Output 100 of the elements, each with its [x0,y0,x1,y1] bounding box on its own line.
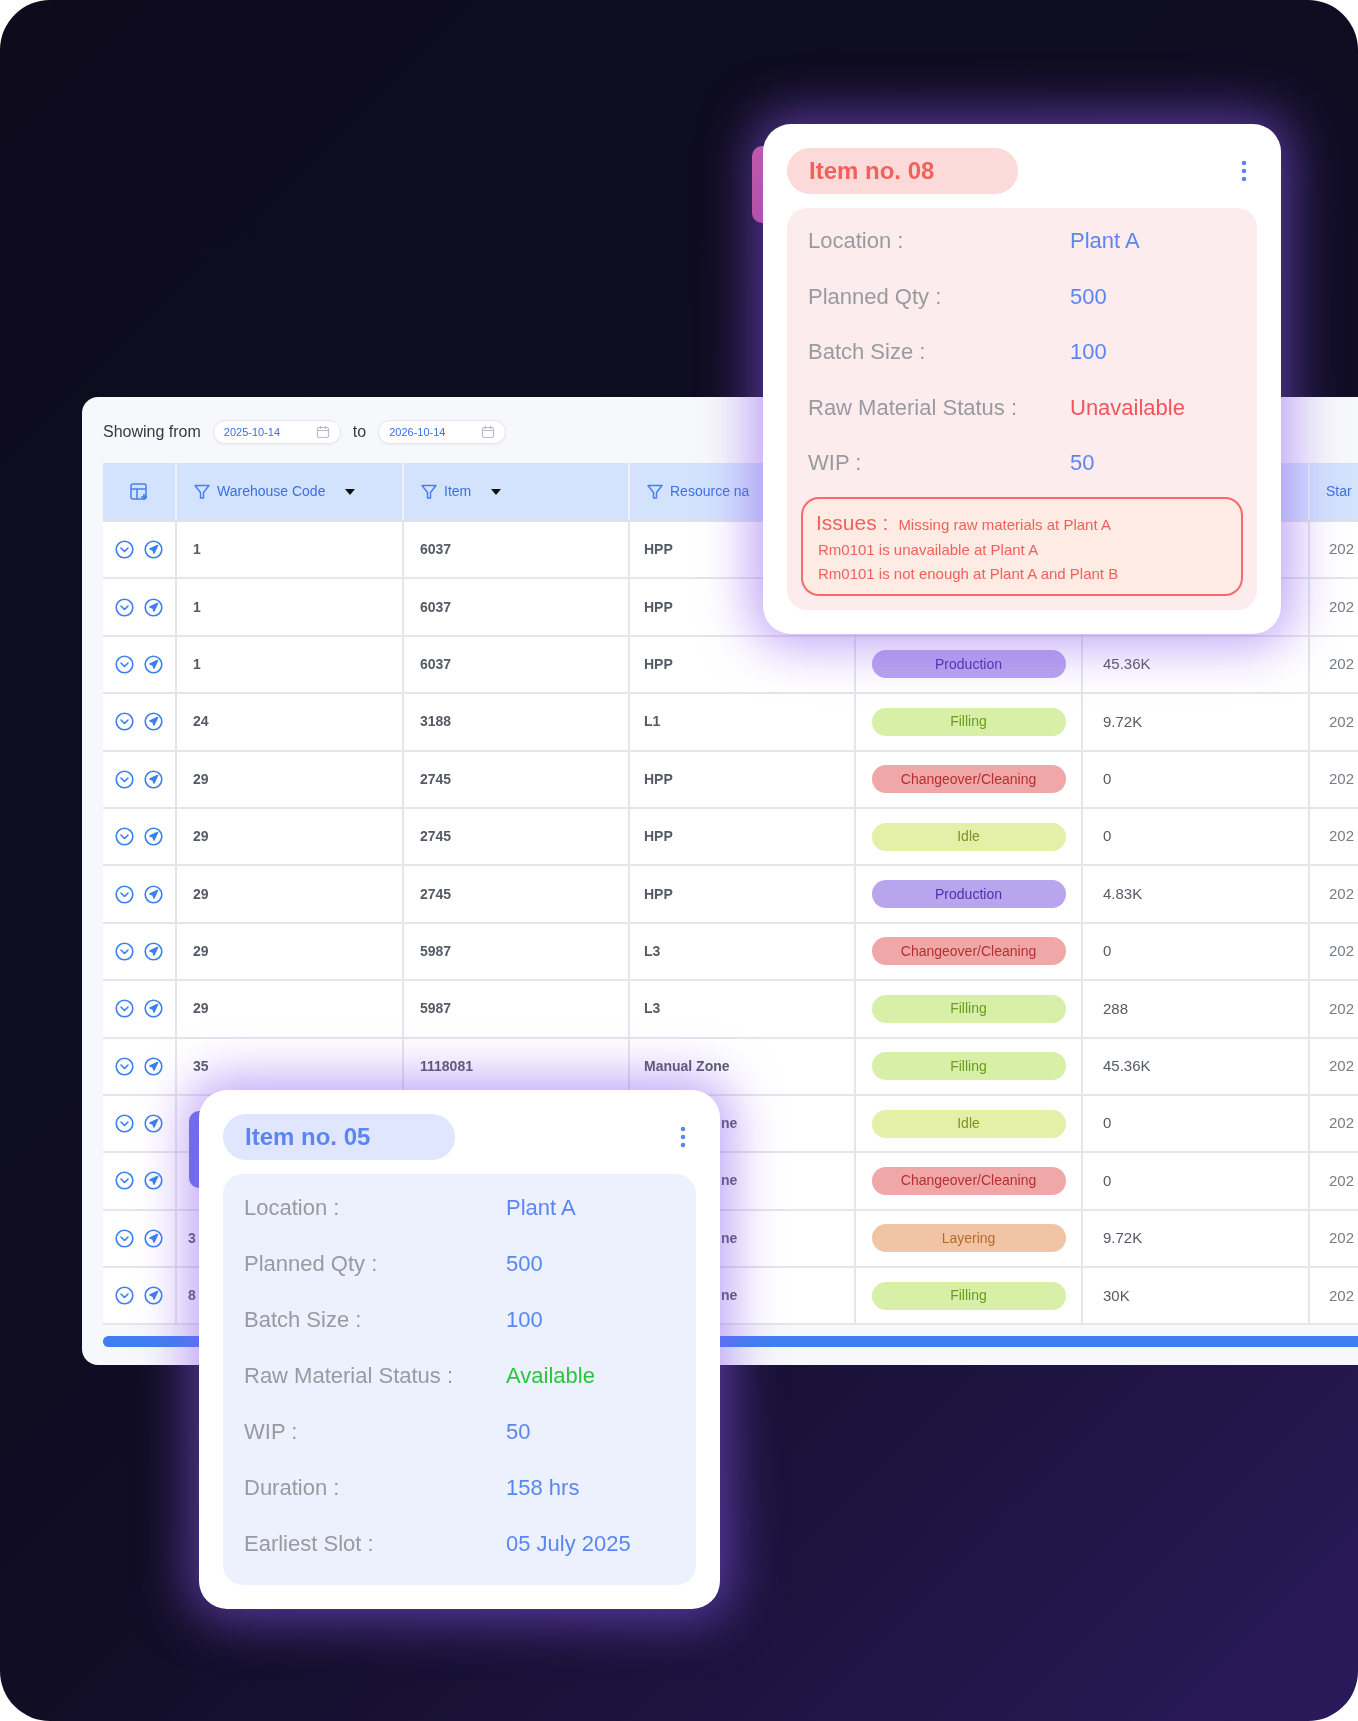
table-cell-text: L1 [644,712,661,732]
table-add-icon[interactable] [129,481,149,502]
field-label: Raw Material Status : [244,1361,455,1390]
field-value: 500 [1070,282,1107,311]
table-cell-text: 29 [193,884,209,904]
expand-icon[interactable] [115,1228,134,1248]
table-cell-text: 2745 [420,884,452,904]
table-row[interactable]: 1 6037 HPP Production 45.36K 202 [103,636,1358,695]
navigate-icon[interactable] [144,999,163,1019]
table-cell-text: 202 [1329,1228,1355,1249]
table-row[interactable]: 29 5987 L3 Changeover/Cleaning 0 202 [103,923,1358,982]
table-cell-text: ne [721,1114,738,1134]
table-cell-text: 45.36K [1103,654,1151,675]
date-field[interactable]: 2026-10-14 [378,420,507,444]
calendar-icon [481,425,496,439]
filter-icon[interactable] [420,482,438,501]
table-cell-text: HPP [644,827,673,847]
table-cell-text: Manual Zone [644,1056,730,1076]
status-badge: Filling [871,707,1066,736]
navigate-icon[interactable] [144,1171,163,1191]
expand-icon[interactable] [115,769,134,789]
table-row[interactable]: 29 2745 HPP Changeover/Cleaning 0 202 [103,751,1358,809]
table-cell-text: 202 [1329,596,1355,617]
status-badge: Changeover/Cleaning [871,765,1066,794]
calendar-icon [315,425,330,439]
sort-caret-icon[interactable] [491,488,502,495]
expand-icon[interactable] [115,540,134,560]
table-cell-text: 202 [1329,941,1355,962]
table-cell-text: ne [721,1171,738,1191]
expand-icon[interactable] [115,941,134,961]
table-cell-text: 35 [193,1056,209,1076]
field-label: Duration : [244,1473,341,1502]
navigate-icon[interactable] [144,1114,163,1134]
table-cell-text: 5987 [420,999,452,1019]
expand-icon[interactable] [115,884,134,904]
filter-label: Showing from [103,422,201,442]
navigate-icon[interactable] [144,1286,163,1306]
navigate-icon[interactable] [144,1056,163,1076]
to-label: to [352,422,367,442]
navigate-icon[interactable] [144,941,163,961]
column-header[interactable]: Star [1326,481,1352,502]
table-cell-text: 30K [1103,1285,1130,1306]
table-row[interactable]: 29 2745 HPP Production 4.83K 202 [103,866,1358,924]
table-cell-text: 6037 [420,597,452,617]
filter-icon[interactable] [193,482,211,501]
column-header[interactable]: Warehouse Code [217,481,326,502]
navigate-icon[interactable] [144,827,163,847]
field-label: Location : [808,227,905,256]
status-badge: Production [871,880,1066,909]
navigate-icon[interactable] [144,884,163,904]
table-cell-text: 2745 [420,827,452,847]
navigate-icon[interactable] [144,712,163,732]
expand-icon[interactable] [115,999,134,1019]
field-label: Earliest Slot : [244,1529,375,1558]
status-badge: Filling [871,994,1066,1023]
navigate-icon[interactable] [144,1228,163,1248]
table-cell-text: 9.72K [1103,1228,1143,1249]
table-cell-text: 1 [193,540,201,560]
table-cell-text: HPP [644,769,673,789]
table-row[interactable]: 29 2745 HPP Idle 0 202 [103,808,1358,867]
table-row[interactable]: 29 5987 L3 Filling 288 202 [103,981,1358,1039]
field-label: WIP : [244,1417,299,1446]
table-row[interactable]: 35 1118081 Manual Zone Filling 45.36K 202 [103,1038,1358,1096]
table-cell-text: 45.36K [1103,1055,1151,1076]
table-cell-text: 202 [1329,539,1355,560]
table-cell-text: 6037 [420,540,452,560]
table-cell-text: 2745 [420,769,452,789]
expand-icon[interactable] [115,1171,134,1191]
table-cell-text: 4.83K [1103,883,1143,904]
table-cell-text: 29 [193,769,209,789]
column-header[interactable]: Resource na [670,481,750,502]
status-badge: Changeover/Cleaning [871,1167,1066,1195]
table-cell-text: ne [721,1228,738,1248]
table-cell-text: 288 [1103,998,1129,1019]
column-header[interactable]: Item [444,481,472,502]
field-value: Unavailable [1070,393,1185,422]
expand-icon[interactable] [115,827,134,847]
expand-icon[interactable] [115,1286,134,1306]
table-cell-text: HPP [644,540,673,560]
table-cell-text: 1 [193,597,201,617]
status-badge: Idle [871,1109,1066,1138]
more-options-icon[interactable] [680,1126,686,1148]
field-value: 158 hrs [506,1473,580,1502]
table-row[interactable]: 24 3188 L1 Filling 9.72K 202 [103,694,1358,752]
navigate-icon[interactable] [144,654,163,674]
expand-icon[interactable] [115,597,134,617]
navigate-icon[interactable] [144,540,163,560]
expand-icon[interactable] [115,712,134,732]
more-options-icon[interactable] [1241,160,1247,182]
sort-caret-icon[interactable] [345,488,356,495]
status-badge: Layering [871,1224,1066,1253]
date-field[interactable]: 2025-10-14 [212,420,341,444]
expand-icon[interactable] [115,654,134,674]
table-cell-text: 202 [1329,998,1355,1019]
filter-icon[interactable] [646,482,664,501]
expand-icon[interactable] [115,1114,134,1134]
navigate-icon[interactable] [144,769,163,789]
table-cell-text: HPP [644,654,673,674]
navigate-icon[interactable] [144,597,163,617]
expand-icon[interactable] [115,1056,134,1076]
